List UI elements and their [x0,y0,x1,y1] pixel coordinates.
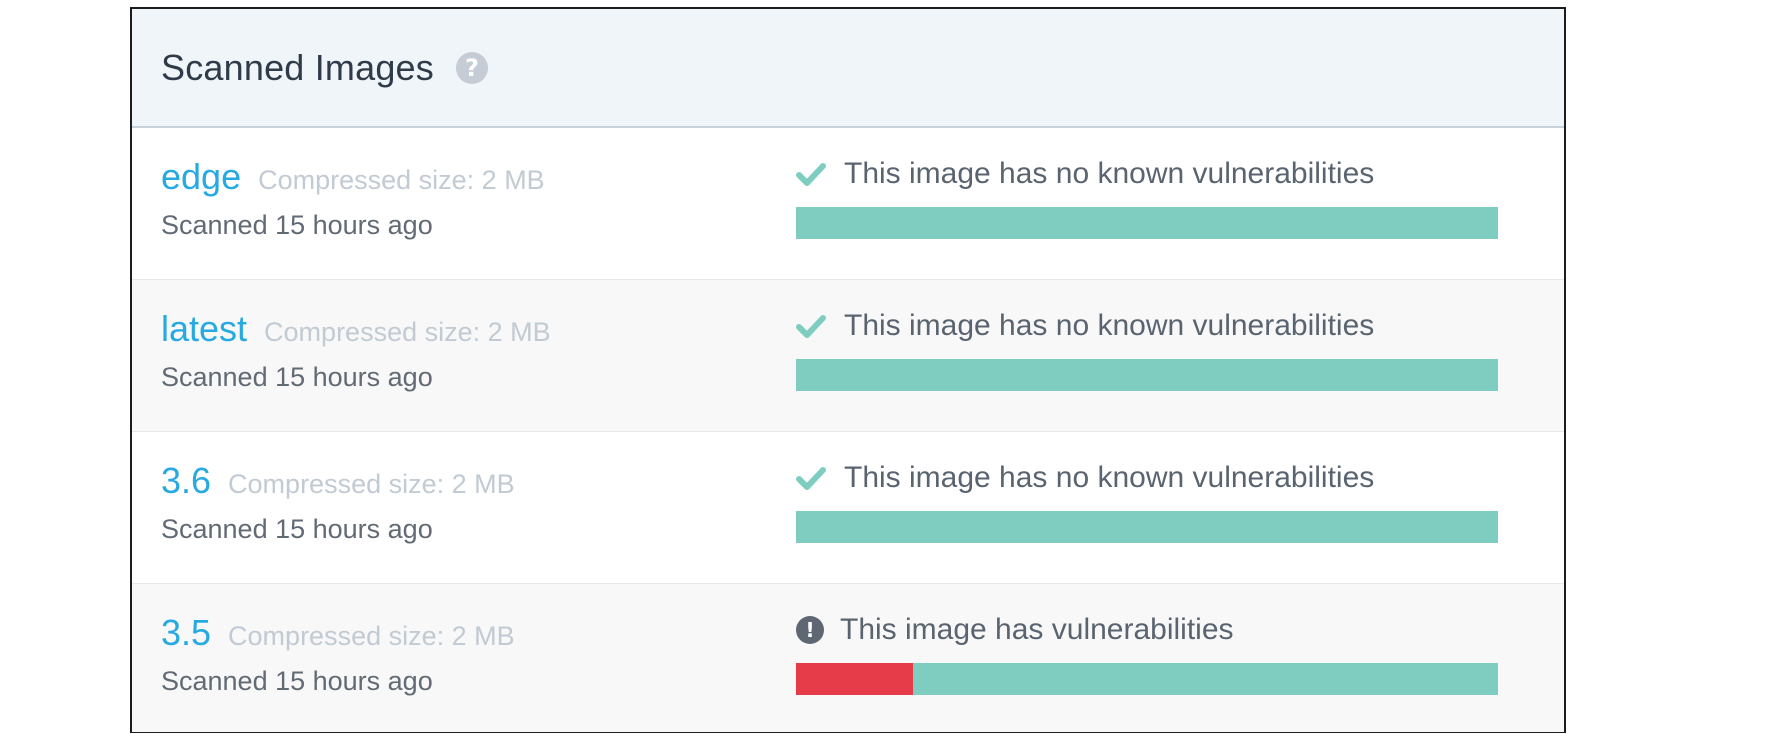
scanned-time: Scanned 15 hours ago [161,666,433,696]
compressed-size: Compressed size: 2 MB [228,621,515,651]
image-info: latest Compressed size: 2 MB Scanned 15 … [161,308,551,393]
panel-header: Scanned Images ? [132,9,1564,128]
status-text: This image has no known vulnerabilities [844,461,1375,494]
image-tag-link[interactable]: latest [161,308,247,350]
safe-segment [796,207,1498,239]
scan-status: This image has no known vulnerabilities [796,308,1498,391]
image-tag-link[interactable]: edge [161,156,241,198]
check-icon [796,315,826,338]
scan-status: This image has no known vulnerabilities [796,460,1498,543]
image-tag-link[interactable]: 3.5 [161,612,211,654]
vulnerability-bar[interactable] [796,511,1498,543]
image-row-3-5: 3.5 Compressed size: 2 MB Scanned 15 hou… [132,584,1564,732]
status-text: This image has no known vulnerabilities [844,157,1375,190]
status-text: This image has no known vulnerabilities [844,309,1375,342]
scanned-images-panel: Scanned Images ? edge Compressed size: 2… [130,7,1566,733]
image-info: edge Compressed size: 2 MB Scanned 15 ho… [161,156,545,241]
compressed-size: Compressed size: 2 MB [228,469,515,499]
vulnerability-bar[interactable] [796,359,1498,391]
panel-title: Scanned Images [161,46,434,88]
vulnerable-segment [796,663,913,695]
check-icon [796,163,826,186]
image-info: 3.5 Compressed size: 2 MB Scanned 15 hou… [161,612,515,697]
image-row-latest: latest Compressed size: 2 MB Scanned 15 … [132,280,1564,432]
image-row-edge: edge Compressed size: 2 MB Scanned 15 ho… [132,128,1564,280]
safe-segment [796,511,1498,543]
safe-segment [912,663,1498,695]
exclamation-circle-icon: ! [796,616,824,644]
compressed-size: Compressed size: 2 MB [258,165,545,195]
vulnerability-bar[interactable] [796,207,1498,239]
scan-status: ! This image has vulnerabilities [796,612,1498,695]
scanned-time: Scanned 15 hours ago [161,514,433,544]
check-icon [796,467,826,490]
compressed-size: Compressed size: 2 MB [264,317,551,347]
question-circle-icon[interactable]: ? [455,51,488,84]
scanned-time: Scanned 15 hours ago [161,210,433,240]
scanned-time: Scanned 15 hours ago [161,362,433,392]
vulnerability-bar[interactable] [796,663,1498,695]
image-tag-link[interactable]: 3.6 [161,460,211,502]
image-info: 3.6 Compressed size: 2 MB Scanned 15 hou… [161,460,515,545]
image-row-3-6: 3.6 Compressed size: 2 MB Scanned 15 hou… [132,432,1564,584]
scan-status: This image has no known vulnerabilities [796,156,1498,239]
status-text: This image has vulnerabilities [840,613,1234,646]
safe-segment [796,359,1498,391]
